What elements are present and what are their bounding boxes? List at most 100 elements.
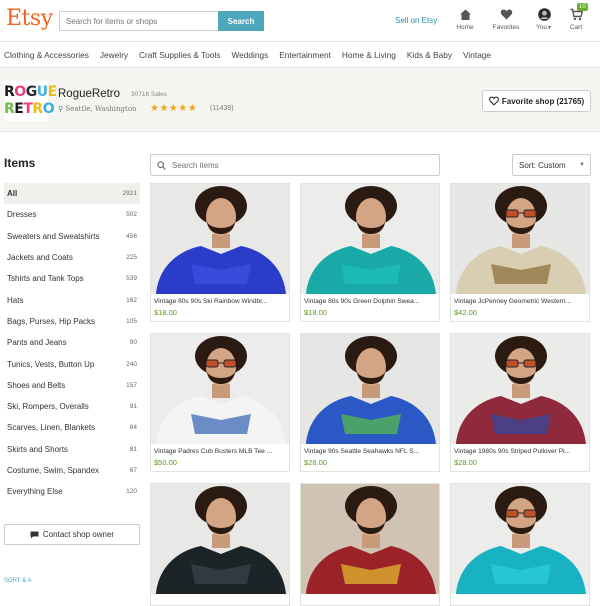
sidebar-section-item[interactable]: Bags, Purses, Hip Packs 105: [4, 311, 140, 332]
listing-card[interactable]: [450, 483, 590, 606]
category-entertainment[interactable]: Entertainment: [279, 50, 331, 60]
nav-cart[interactable]: Cart 10: [565, 3, 588, 31]
message-icon: [30, 531, 39, 538]
listing-photo: [156, 336, 286, 444]
section-label: All: [7, 189, 18, 199]
listing-photo: [456, 186, 586, 294]
listing-image[interactable]: [151, 484, 289, 594]
heart-icon: [500, 9, 512, 20]
listing-title[interactable]: Vintage JcPenney Geometric Western...: [451, 294, 589, 305]
listing-price: [451, 598, 589, 605]
favorite-shop-label: Favorite shop (21765): [501, 96, 585, 106]
category-weddings[interactable]: Weddings: [231, 50, 268, 60]
listing-title[interactable]: Vintage 1980s 90s Striped Pullover Pi...: [451, 444, 589, 455]
search-icon: [157, 160, 166, 170]
sidebar-section-item[interactable]: Tshirts and Tank Tops 539: [4, 268, 140, 289]
listing-price: $42.00: [454, 308, 477, 317]
shop-sales-count: 30716 Sales: [131, 91, 168, 98]
listing-photo: [306, 186, 436, 294]
section-count: 91: [129, 403, 137, 411]
section-label: Costume, Swim, Spandex: [7, 466, 100, 475]
section-label: Pants and Jeans: [7, 338, 67, 348]
listing-card[interactable]: [150, 483, 290, 606]
global-search-input[interactable]: [59, 11, 218, 31]
category-clothing[interactable]: Clothing & Accessories: [4, 50, 89, 60]
sidebar-section-item[interactable]: Ski, Rompers, Overalls 91: [4, 396, 140, 417]
favorite-shop-button[interactable]: Favorite shop (21765): [482, 90, 591, 112]
rating-stars: ★★★★★: [150, 103, 198, 114]
sidebar-section-item[interactable]: Hats 162: [4, 289, 140, 310]
nav-favorites-label: Favorites: [492, 24, 520, 31]
location-pin-icon: ⚲: [58, 105, 64, 113]
sidebar-section-item[interactable]: Pants and Jeans 90: [4, 332, 140, 353]
listing-image[interactable]: [451, 484, 589, 594]
sidebar-section-item[interactable]: Costume, Swim, Spandex 67: [4, 460, 140, 481]
listing-photo: [306, 486, 436, 594]
nav-home[interactable]: Home: [453, 8, 477, 31]
listing-price: [301, 598, 439, 605]
category-vintage[interactable]: Vintage: [463, 50, 491, 60]
listing-card[interactable]: Vintage 1980s 90s Striped Pullover Pi...…: [450, 333, 590, 472]
category-craft-supplies[interactable]: Craft Supplies & Tools: [139, 50, 220, 60]
section-label: Dresses: [7, 210, 37, 220]
listing-title[interactable]: Vintage Padres Cub Busters MLB Tee ...: [151, 444, 289, 455]
shop-name[interactable]: RogueRetro: [58, 88, 120, 100]
section-count: 456: [126, 232, 137, 240]
section-count: 120: [126, 488, 137, 496]
sidebar-section-item[interactable]: Jackets and Coats 225: [4, 247, 140, 268]
listing-image[interactable]: [151, 184, 289, 294]
contact-shop-owner-button[interactable]: Contact shop owner: [4, 524, 140, 545]
listing-card[interactable]: Vintage JcPenney Geometric Western... $4…: [450, 183, 590, 322]
category-nav: Clothing & Accessories Jewelry Craft Sup…: [0, 42, 600, 68]
sell-on-etsy-link[interactable]: Sell on Etsy: [395, 16, 437, 25]
listing-image[interactable]: [151, 334, 289, 444]
section-count: 539: [126, 275, 137, 283]
listing-card[interactable]: Vintage Padres Cub Busters MLB Tee ... $…: [150, 333, 290, 472]
sidebar-section-item[interactable]: Dresses 502: [4, 204, 140, 225]
listing-image[interactable]: [451, 334, 589, 444]
listing-image[interactable]: [301, 334, 439, 444]
section-label: Hats: [7, 295, 24, 305]
nav-favorites[interactable]: Favorites: [489, 8, 523, 31]
sidebar-section-item[interactable]: Tunics, Vests, Button Up 240: [4, 353, 140, 374]
shop-item-search-input[interactable]: [172, 160, 412, 170]
review-count[interactable]: (11439): [210, 105, 234, 112]
listing-card[interactable]: Vintage 80s 90s Ski Rainbow Windbr... $1…: [150, 183, 290, 322]
listing-card[interactable]: [300, 483, 440, 606]
listing-title[interactable]: Vintage 80s 90s Ski Rainbow Windbr...: [151, 294, 289, 305]
listing-card[interactable]: Vintage 90s Seattle Seahawks NFL S... $2…: [300, 333, 440, 472]
sidebar-bottom-text[interactable]: SORT & A: [4, 578, 31, 584]
section-label: Sweaters and Sweatshirts: [7, 231, 100, 241]
listing-image[interactable]: [451, 184, 589, 294]
sidebar-section-item[interactable]: All 2921: [4, 183, 140, 205]
section-label: Scarves, Linen, Blankets: [7, 423, 96, 433]
listing-card[interactable]: Vintage 80s 90s Green Dolphin Swea... $1…: [300, 183, 440, 322]
nav-cart-label: Cart: [569, 24, 583, 31]
listing-price: $28.00: [304, 458, 327, 467]
shop-logo[interactable]: ROGUE RETRO: [4, 81, 57, 121]
listing-photo: [156, 186, 286, 294]
shop-location: ⚲ Seattle, Washington: [58, 105, 137, 113]
global-search-button[interactable]: Search: [218, 11, 264, 31]
sidebar-section-item[interactable]: Shoes and Belts 157: [4, 375, 140, 396]
sort-select[interactable]: Sort: Custom ▼: [512, 154, 591, 176]
global-search: Search: [59, 11, 264, 31]
listing-title[interactable]: Vintage 80s 90s Green Dolphin Swea...: [301, 294, 439, 305]
sidebar-section-item[interactable]: Sweaters and Sweatshirts 456: [4, 226, 140, 247]
listing-price: $18.00: [154, 308, 177, 317]
sidebar-section-item[interactable]: Skirts and Shorts 81: [4, 439, 140, 460]
listing-image[interactable]: [301, 184, 439, 294]
etsy-logo[interactable]: Etsy: [6, 6, 53, 31]
category-jewelry[interactable]: Jewelry: [100, 50, 128, 60]
sidebar-section-item[interactable]: Everything Else 120: [4, 481, 140, 502]
listing-image[interactable]: [301, 484, 439, 594]
nav-you[interactable]: You▼: [533, 8, 555, 31]
section-count: 157: [126, 381, 137, 389]
category-kids-baby[interactable]: Kids & Baby: [407, 50, 452, 60]
listing-title[interactable]: Vintage 90s Seattle Seahawks NFL S...: [301, 444, 439, 455]
sidebar-section-item[interactable]: Scarves, Linen, Blankets 84: [4, 417, 140, 438]
contact-label: Contact shop owner: [42, 530, 115, 539]
category-home-living[interactable]: Home & Living: [342, 50, 396, 60]
shop-location-text: Seattle, Washington: [65, 105, 137, 113]
section-label: Bags, Purses, Hip Packs: [7, 316, 96, 326]
